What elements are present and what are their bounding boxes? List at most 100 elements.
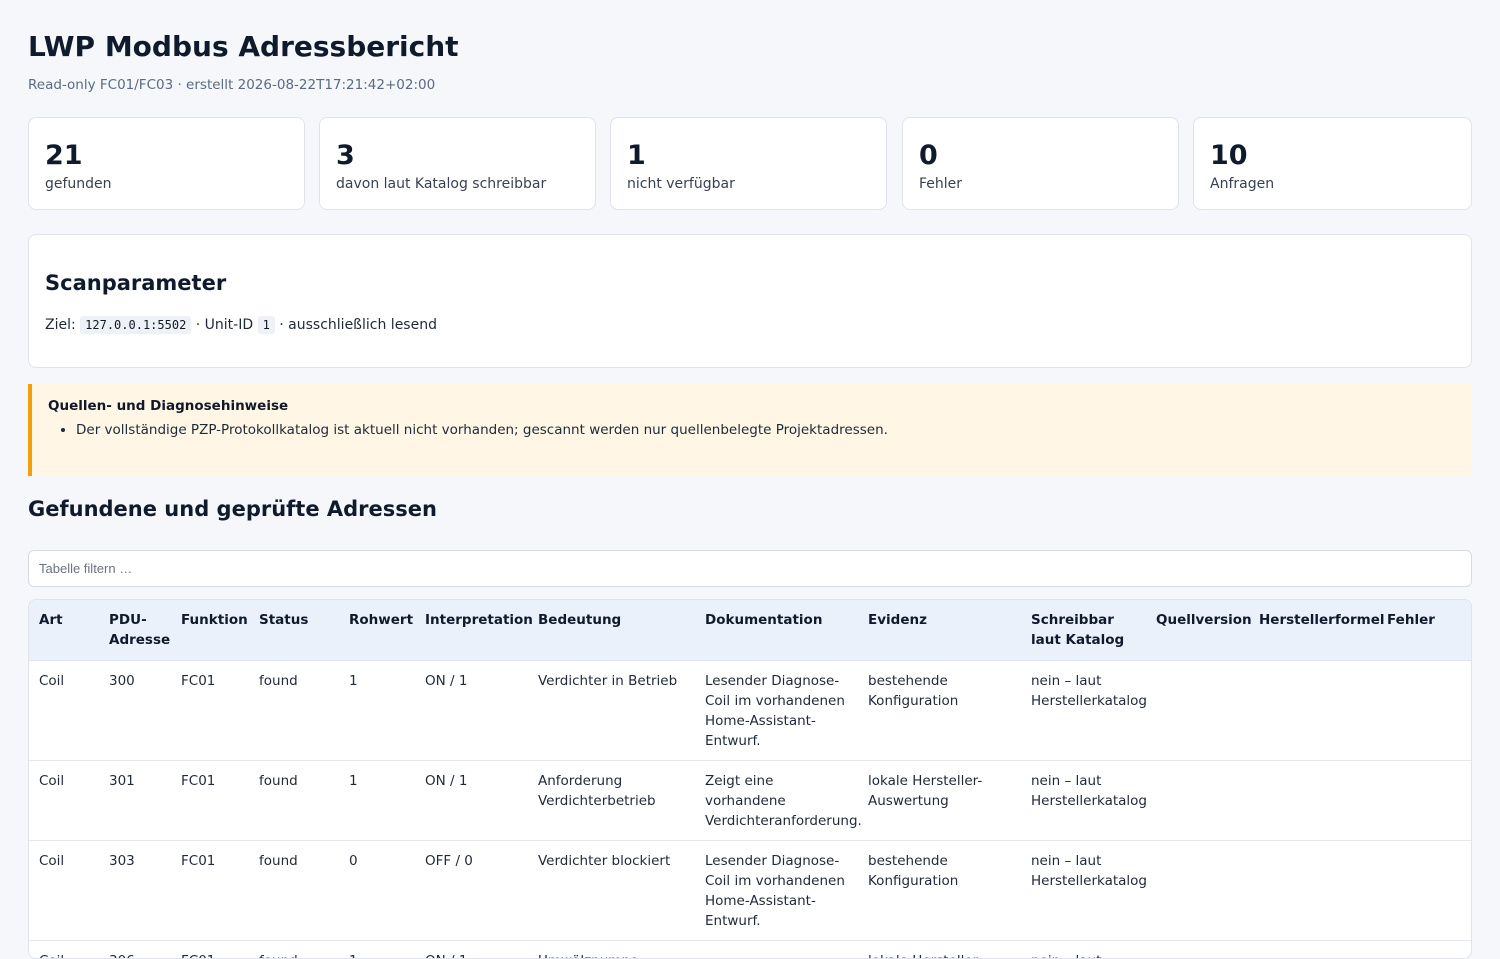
column-header[interactable]: Evidenz (858, 600, 1021, 661)
table-cell: 1 (339, 661, 415, 761)
table-cell: Lesender Diagnose-Coil im vorhandenen Ho… (695, 661, 858, 761)
stat-card-unavailable: 1 nicht verfügbar (610, 117, 887, 210)
notice-list: Der vollständige PZP-Protokollkatalog is… (48, 422, 888, 438)
table-cell: 303 (99, 841, 171, 941)
table-cell: nein – laut Herstellerkatalog (1021, 761, 1146, 841)
table-cell: 306 (99, 941, 171, 959)
table-row: Coil 303 FC01 found 0 OFF / 0 Verdichter… (29, 841, 1471, 941)
table-header-row: Art PDU-Adresse Funktion Status Rohwert … (29, 600, 1471, 661)
target-label: Ziel: (45, 317, 76, 333)
notice-item: Der vollständige PZP-Protokollkatalog is… (76, 422, 888, 438)
table-cell: lokale Hersteller-Auswertung (858, 941, 1021, 959)
stat-card-requests: 10 Anfragen (1193, 117, 1472, 210)
table-cell: Anforderung Verdichterbetrieb (528, 761, 695, 841)
page-title: LWP Modbus Adressbericht (28, 30, 459, 63)
addresses-table: Art PDU-Adresse Funktion Status Rohwert … (29, 600, 1471, 959)
column-header[interactable]: Bedeutung (528, 600, 695, 661)
table-cell: 300 (99, 661, 171, 761)
addresses-section-title: Gefundene und geprüfte Adressen (28, 497, 437, 521)
stat-value: 3 (336, 140, 355, 171)
table-cell: FC01 (171, 841, 249, 941)
stat-card-found: 21 gefunden (28, 117, 305, 210)
table-cell: FC01 (171, 661, 249, 761)
table-cell: bestehende Konfiguration (858, 841, 1021, 941)
column-header[interactable]: Schreibbar laut Katalog (1021, 600, 1146, 661)
table-cell (1377, 661, 1471, 761)
notice-title: Quellen- und Diagnosehinweise (48, 398, 288, 414)
stat-card-errors: 0 Fehler (902, 117, 1179, 210)
table-cell (1249, 941, 1377, 959)
table-cell: 1 (339, 761, 415, 841)
table-cell: Verdichter in Betrieb (528, 661, 695, 761)
table-cell: Lesender Diagnose-Coil im vorhandenen Ho… (695, 841, 858, 941)
target-address: 127.0.0.1:5502 (80, 316, 191, 334)
column-header[interactable]: Interpretation (415, 600, 528, 661)
table-cell: ON / 1 (415, 661, 528, 761)
table-cell: Zeigt eine vorhandene Verdichteranforder… (695, 761, 858, 841)
table-cell: Coil (29, 941, 99, 959)
table-cell (1377, 841, 1471, 941)
table-cell: 1 (339, 941, 415, 959)
stats-row: 21 gefunden 3 davon laut Katalog schreib… (28, 117, 1472, 212)
column-header[interactable]: PDU-Adresse (99, 600, 171, 661)
table-row: Coil 300 FC01 found 1 ON / 1 Verdichter … (29, 661, 1471, 761)
table-cell: 301 (99, 761, 171, 841)
column-header[interactable]: Rohwert (339, 600, 415, 661)
table-cell: nein – laut Herstellerkatalog (1021, 661, 1146, 761)
table-cell (1146, 841, 1249, 941)
table-cell: lokale Hersteller-Auswertung (858, 761, 1021, 841)
table-cell: FC01 (171, 761, 249, 841)
scan-parameters-panel: Scanparameter Ziel: 127.0.0.1:5502 · Uni… (28, 234, 1472, 368)
page-subtitle: Read-only FC01/FC03 · erstellt 2026-08-2… (28, 77, 435, 93)
table-cell (1146, 761, 1249, 841)
table-cell (1249, 841, 1377, 941)
stat-value: 10 (1210, 140, 1248, 171)
column-header[interactable]: Dokumentation (695, 600, 858, 661)
table-cell (1249, 661, 1377, 761)
column-header[interactable]: Art (29, 600, 99, 661)
table-cell (1146, 941, 1249, 959)
table-cell: found (249, 941, 339, 959)
table-cell (1146, 661, 1249, 761)
table-cell (1377, 761, 1471, 841)
table-cell: ON / 1 (415, 761, 528, 841)
diagnostic-notice: Quellen- und Diagnosehinweise Der vollst… (28, 384, 1472, 476)
table-cell: Coil (29, 661, 99, 761)
stat-label: davon laut Katalog schreibbar (336, 176, 546, 192)
table-cell: FC01 (171, 941, 249, 959)
stat-value: 21 (45, 140, 83, 171)
column-header[interactable]: Herstellerformel (1249, 600, 1377, 661)
stat-value: 0 (919, 140, 938, 171)
table-cell: OFF / 0 (415, 841, 528, 941)
stat-label: Anfragen (1210, 176, 1274, 192)
table-row: Coil 306 FC01 found 1 ON / 1 Umwälzpumpe… (29, 941, 1471, 959)
stat-label: nicht verfügbar (627, 176, 735, 192)
scan-mode: · ausschließlich lesend (279, 317, 437, 333)
table-cell: Verdichter blockiert (528, 841, 695, 941)
table-cell (695, 941, 858, 959)
table-cell: Coil (29, 761, 99, 841)
stat-label: gefunden (45, 176, 112, 192)
column-header[interactable]: Quellversion (1146, 600, 1249, 661)
table-cell: 0 (339, 841, 415, 941)
table-cell: ON / 1 (415, 941, 528, 959)
column-header[interactable]: Status (249, 600, 339, 661)
column-header[interactable]: Fehler (1377, 600, 1471, 661)
unit-id-label: · Unit-ID (196, 317, 253, 333)
scan-parameters-title: Scanparameter (45, 271, 226, 295)
unit-id-value: 1 (258, 316, 275, 334)
stat-label: Fehler (919, 176, 962, 192)
stat-value: 1 (627, 140, 646, 171)
table-cell: bestehende Konfiguration (858, 661, 1021, 761)
table-cell: Umwälzpumpe (528, 941, 695, 959)
table-cell: nein – laut Herstellerkatalog (1021, 841, 1146, 941)
table-cell (1249, 761, 1377, 841)
table-cell (1377, 941, 1471, 959)
table-cell: Coil (29, 841, 99, 941)
table-row: Coil 301 FC01 found 1 ON / 1 Anforderung… (29, 761, 1471, 841)
table-cell: nein – laut Herstellerkatalog (1021, 941, 1146, 959)
table-filter-input[interactable] (28, 550, 1472, 587)
stat-card-writable: 3 davon laut Katalog schreibbar (319, 117, 596, 210)
column-header[interactable]: Funktion (171, 600, 249, 661)
addresses-table-container[interactable]: Art PDU-Adresse Funktion Status Rohwert … (28, 599, 1472, 959)
